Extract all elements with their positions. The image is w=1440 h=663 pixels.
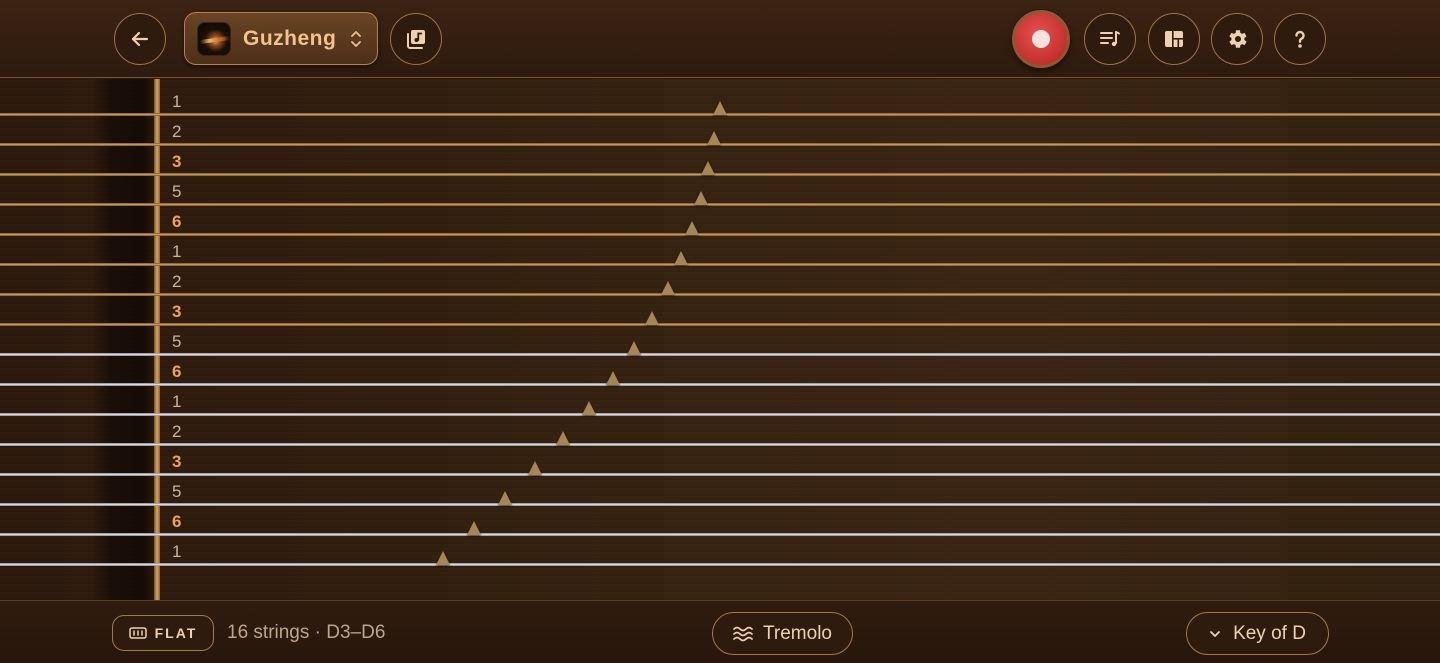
note-label: 2: [172, 122, 182, 141]
note-label: 3: [172, 152, 182, 171]
string-board[interactable]: 1 2 3 5 6 1 2 3 5 6 1 2 3 5 6 1: [0, 79, 1440, 600]
bottom-toolbar: FLAT 16 strings · D3–D6 Tremolo Key of D: [0, 600, 1440, 663]
string-9[interactable]: [0, 353, 1440, 356]
instrument-picker[interactable]: Guzheng: [184, 12, 378, 65]
chevron-down-icon: [1210, 630, 1220, 637]
string-15[interactable]: [0, 533, 1440, 536]
question-icon: [1295, 30, 1305, 48]
bridge-marker[interactable]: [582, 401, 596, 415]
music-library-button[interactable]: [390, 13, 442, 65]
bridge-marker[interactable]: [528, 461, 542, 475]
key-selector[interactable]: Key of D: [1186, 612, 1329, 655]
back-button[interactable]: [114, 13, 166, 65]
note-label: 6: [172, 212, 182, 231]
playlist-icon: [1100, 31, 1120, 47]
key-label: Key of D: [1233, 622, 1306, 644]
string-13[interactable]: [0, 473, 1440, 476]
string-8[interactable]: [0, 323, 1440, 326]
string-12[interactable]: [0, 443, 1440, 446]
note-label: 2: [172, 272, 182, 291]
string-10[interactable]: [0, 383, 1440, 386]
string-4[interactable]: [0, 203, 1440, 206]
nut-shadow: [92, 79, 156, 600]
note-label: 3: [172, 302, 182, 321]
note-label: 1: [172, 242, 182, 261]
note-label: 1: [172, 92, 182, 111]
flat-button[interactable]: FLAT: [112, 615, 214, 651]
bridge-marker[interactable]: [627, 341, 641, 355]
bridge-marker[interactable]: [694, 191, 708, 205]
bridge-marker[interactable]: [606, 371, 620, 385]
layout-icon: [1165, 31, 1183, 47]
gear-icon: [1229, 30, 1247, 48]
tremolo-label: Tremolo: [763, 622, 832, 644]
string-11[interactable]: [0, 413, 1440, 416]
note-label: 1: [172, 542, 182, 561]
bridge-marker[interactable]: [674, 251, 688, 265]
note-label: 6: [172, 512, 182, 531]
bridge-marker[interactable]: [645, 311, 659, 325]
bridge-marker[interactable]: [436, 551, 450, 565]
bridge-marker[interactable]: [707, 131, 721, 145]
note-label: 5: [172, 182, 182, 201]
record-button[interactable]: [1012, 10, 1070, 68]
music-library-icon: [407, 30, 425, 49]
help-button[interactable]: [1274, 13, 1326, 65]
string-16[interactable]: [0, 563, 1440, 566]
note-label: 3: [172, 452, 182, 471]
arrow-left-icon: [131, 31, 149, 47]
chevron-up-down-icon: [351, 30, 362, 47]
note-label: 5: [172, 332, 182, 351]
waves-icon: [733, 626, 753, 641]
bridge-marker[interactable]: [713, 101, 727, 115]
note-label: 6: [172, 362, 182, 381]
playlist-button[interactable]: [1084, 13, 1136, 65]
bridge-marker[interactable]: [467, 521, 481, 535]
tremolo-button[interactable]: Tremolo: [712, 612, 853, 655]
bridge-marker[interactable]: [556, 431, 570, 445]
bridge-marker[interactable]: [661, 281, 675, 295]
bridge-marker[interactable]: [701, 161, 715, 175]
keyboard-icon: [128, 627, 147, 639]
note-label: 5: [172, 482, 182, 501]
top-toolbar: Guzheng: [0, 0, 1440, 78]
string-6[interactable]: [0, 263, 1440, 266]
instrument-name: Guzheng: [243, 26, 337, 50]
string-14[interactable]: [0, 503, 1440, 506]
string-7[interactable]: [0, 293, 1440, 296]
settings-button[interactable]: [1211, 13, 1263, 65]
note-label: 1: [172, 392, 182, 411]
note-label: 2: [172, 422, 182, 441]
bridge-marker[interactable]: [685, 221, 699, 235]
nut-bar: [154, 79, 160, 600]
strings-info: 16 strings · D3–D6: [227, 622, 386, 643]
record-icon: [1032, 30, 1050, 48]
bridge-marker[interactable]: [498, 491, 512, 505]
flat-label: FLAT: [154, 625, 198, 641]
layout-button[interactable]: [1148, 13, 1200, 65]
string-5[interactable]: [0, 233, 1440, 236]
instrument-thumbnail: [197, 21, 231, 56]
string-3[interactable]: [0, 173, 1440, 176]
